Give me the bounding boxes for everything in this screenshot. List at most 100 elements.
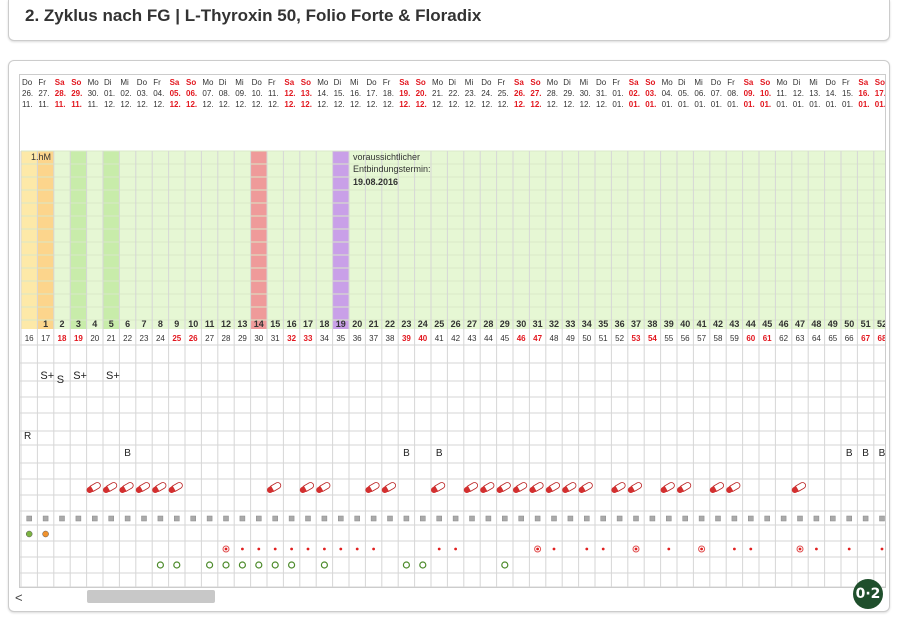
days-label: 12.: [284, 89, 295, 98]
cycle-day-number: 34: [582, 319, 592, 329]
weekdays-label: Fr: [498, 78, 506, 87]
week-number: 49: [566, 334, 575, 343]
b-mark: B: [846, 448, 853, 459]
week-number: 62: [779, 334, 788, 343]
square-marker: [666, 515, 672, 522]
months-label: 12.: [580, 100, 591, 109]
status-dot: [42, 530, 49, 538]
weekdays-label: Fr: [38, 78, 46, 87]
cycle-day-number: 26: [451, 319, 461, 329]
cycle-day-number: 22: [385, 319, 395, 329]
red-dot-marker: [847, 547, 851, 551]
cycle-grid[interactable]: Do Fr Sa So Mo Di Mi Do Fr Sa So Mo Di Mi Do Fr Sa So Mo Di…: [19, 74, 886, 588]
cycle-day-number: 40: [680, 319, 690, 329]
days-label: 15.: [334, 89, 345, 98]
weekdays-label: Do: [137, 78, 148, 87]
cycle-grid-svg: Do Fr Sa So Mo Di Mi Do Fr Sa So Mo Di Mi Do Fr Sa So Mo Di…: [20, 78, 886, 587]
months-label: 01.: [809, 100, 820, 109]
green-ring-marker: [288, 561, 296, 569]
days-label: 02.: [629, 89, 640, 98]
weekdays-label: Mo: [432, 78, 444, 87]
page-title: 2. Zyklus nach FG | L-Thyroxin 50, Folio…: [25, 6, 482, 25]
cycle-day-number: 43: [729, 319, 739, 329]
cycle-day-number: 14: [254, 319, 264, 329]
green-ring-marker: [402, 561, 410, 569]
pill-icon: [480, 482, 495, 493]
week-number: 31: [271, 334, 280, 343]
cycle-day-number: 1: [43, 319, 48, 329]
pill-icon: [316, 482, 331, 493]
days-label: 26.: [22, 89, 33, 98]
days-label: 01.: [612, 89, 623, 98]
week-number: 52: [615, 334, 624, 343]
cycle-day-number: 19: [336, 319, 346, 329]
red-dot-marker: [437, 547, 441, 551]
red-dot-marker: [634, 547, 638, 551]
green-ring-marker: [271, 561, 279, 569]
week-number: 24: [156, 334, 165, 343]
pill-icon: [463, 482, 478, 493]
square-marker: [305, 515, 311, 522]
week-number: 23: [140, 334, 149, 343]
week-number: 44: [484, 334, 493, 343]
cycle-day-number: 52: [877, 319, 886, 329]
months-label: 12.: [350, 100, 361, 109]
weekdays-label: Di: [563, 78, 571, 87]
cycle-chart-panel: Do Fr Sa So Mo Di Mi Do Fr Sa So Mo Di Mi Do Fr Sa So Mo Di…: [8, 60, 890, 612]
cycle-day-number: 51: [861, 319, 871, 329]
days-label: 03.: [645, 89, 656, 98]
weekdays-label: Fr: [727, 78, 735, 87]
days-label: 23.: [465, 89, 476, 98]
days-label: 05.: [678, 89, 689, 98]
weekdays-label: So: [645, 78, 655, 87]
cycle-day-number: 30: [516, 319, 526, 329]
red-dot-marker: [585, 547, 589, 551]
days-label: 20.: [416, 89, 427, 98]
week-number: 61: [763, 334, 772, 343]
week-number: 46: [517, 334, 526, 343]
scroll-left-button[interactable]: <: [15, 590, 23, 605]
square-marker: [370, 515, 377, 522]
title-bar: 2. Zyklus nach FG | L-Thyroxin 50, Folio…: [8, 0, 890, 41]
days-label: 14.: [826, 89, 837, 98]
weekdays-label: Sa: [284, 78, 294, 87]
days-label: 08.: [219, 89, 230, 98]
week-number: 27: [205, 334, 214, 343]
weekdays-label: Do: [826, 78, 837, 87]
red-dot-marker: [224, 547, 228, 551]
days-label: 28.: [55, 89, 66, 98]
weekdays-label: Di: [448, 78, 456, 87]
days-label: 15.: [842, 89, 853, 98]
red-dot-marker: [372, 547, 375, 551]
weekdays-label: So: [875, 78, 885, 87]
week-number: 40: [418, 334, 427, 343]
weekdays-label: So: [416, 78, 426, 87]
pill-icon: [578, 482, 593, 493]
days-label: 19.: [399, 89, 410, 98]
week-number: 20: [90, 334, 99, 343]
week-number: 30: [254, 334, 263, 343]
red-dot-marker: [339, 547, 343, 551]
horizontal-scrollbar-thumb[interactable]: [87, 590, 215, 603]
week-number: 60: [746, 334, 755, 343]
days-label: 03.: [137, 89, 148, 98]
cycle-day-number: 4: [92, 319, 97, 329]
s-mark: S: [57, 374, 64, 386]
months-label: 12.: [432, 100, 443, 109]
week-number: 32: [287, 334, 296, 343]
week-number: 67: [861, 334, 870, 343]
months-label: 12.: [416, 100, 427, 109]
days-label: 10.: [760, 89, 771, 98]
cycle-day-number: 18: [319, 319, 329, 329]
square-marker: [436, 515, 442, 522]
square-marker: [584, 515, 590, 522]
square-marker: [223, 515, 229, 522]
days-label: 01.: [104, 89, 115, 98]
pill-icon: [152, 482, 167, 493]
months-label: 12.: [170, 100, 181, 109]
days-label: 10.: [252, 89, 263, 98]
days-label: 16.: [858, 89, 869, 98]
days-label: 13.: [301, 89, 312, 98]
s-mark: S+: [73, 370, 87, 382]
week-number: 53: [632, 334, 641, 343]
